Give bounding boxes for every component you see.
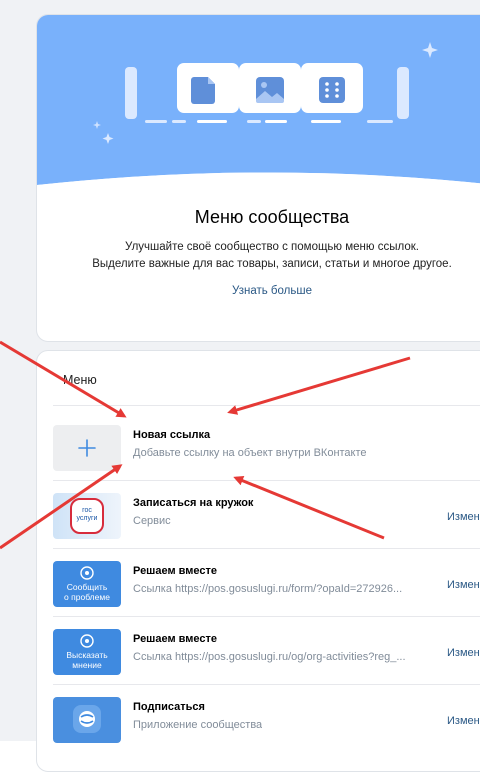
hero-illustration: [37, 15, 480, 205]
learn-more-link[interactable]: Узнать больше: [37, 285, 480, 297]
menu-intro-card: Меню сообщества Улучшайте своё сообществ…: [36, 14, 480, 342]
add-link-button[interactable]: [53, 425, 121, 471]
intro-description: Улучшайте своё сообщество с помощью меню…: [37, 239, 480, 273]
thumbnail-text: Сообщить: [66, 582, 108, 592]
item-thumbnail: Сообщить о проблеме: [53, 561, 121, 607]
row-subtitle: Ссылка https://pos.gosuslugi.ru/form/?op…: [133, 583, 403, 595]
item-thumbnail: [53, 697, 121, 743]
list-item[interactable]: гос услуги Записаться на кружок Сервис И…: [53, 481, 480, 549]
row-title: Решаем вместе: [133, 633, 217, 645]
row-subtitle: Приложение сообщества: [133, 719, 263, 731]
row-title: Подписаться: [133, 701, 205, 713]
divider: [53, 405, 480, 406]
list-item[interactable]: Сообщить о проблеме Решаем вместе Ссылка…: [53, 549, 480, 617]
intro-title: Меню сообщества: [194, 207, 350, 227]
edit-button[interactable]: Изменить: [447, 647, 480, 659]
logo-text: услуги: [76, 515, 98, 522]
thumbnail-text: мнение: [72, 660, 102, 670]
logo-text: гос: [82, 507, 92, 514]
row-subtitle: Ссылка https://pos.gosuslugi.ru/og/org-a…: [133, 651, 406, 663]
plus-icon: [78, 439, 96, 457]
thumbnail-text: Высказать: [66, 650, 108, 660]
row-title: Записаться на кружок: [133, 497, 254, 509]
document-icon: [191, 77, 215, 104]
row-subtitle: Сервис: [133, 515, 171, 527]
dice-icon: [319, 77, 345, 103]
thumbnail-text: о проблеме: [64, 592, 110, 602]
item-thumbnail: гос услуги: [53, 493, 121, 539]
intro-description-line: Выделите важные для вас товары, записи, …: [92, 258, 452, 270]
row-title: Новая ссылка: [133, 429, 211, 441]
image-icon: [256, 77, 284, 103]
edit-button[interactable]: Изменить: [447, 715, 480, 727]
edit-button[interactable]: Изменить: [447, 511, 480, 523]
list-item[interactable]: Подписаться Приложение сообщества Измени…: [53, 685, 480, 753]
item-thumbnail: Высказать мнение: [53, 629, 121, 675]
row-subtitle: Добавьте ссылку на объект внутри ВКонтак…: [133, 447, 367, 459]
intro-description-line: Улучшайте своё сообщество с помощью меню…: [125, 241, 419, 253]
new-link-row[interactable]: Новая ссылка Добавьте ссылку на объект в…: [53, 413, 480, 481]
row-title: Решаем вместе: [133, 565, 217, 577]
app-icon: [73, 705, 101, 733]
menu-heading: Меню: [63, 373, 97, 387]
edit-button[interactable]: Изменить: [447, 579, 480, 591]
list-item[interactable]: Высказать мнение Решаем вместе Ссылка ht…: [53, 617, 480, 685]
menu-list-card: Меню Новая ссылка Добавьте ссылку на объ…: [36, 350, 480, 772]
